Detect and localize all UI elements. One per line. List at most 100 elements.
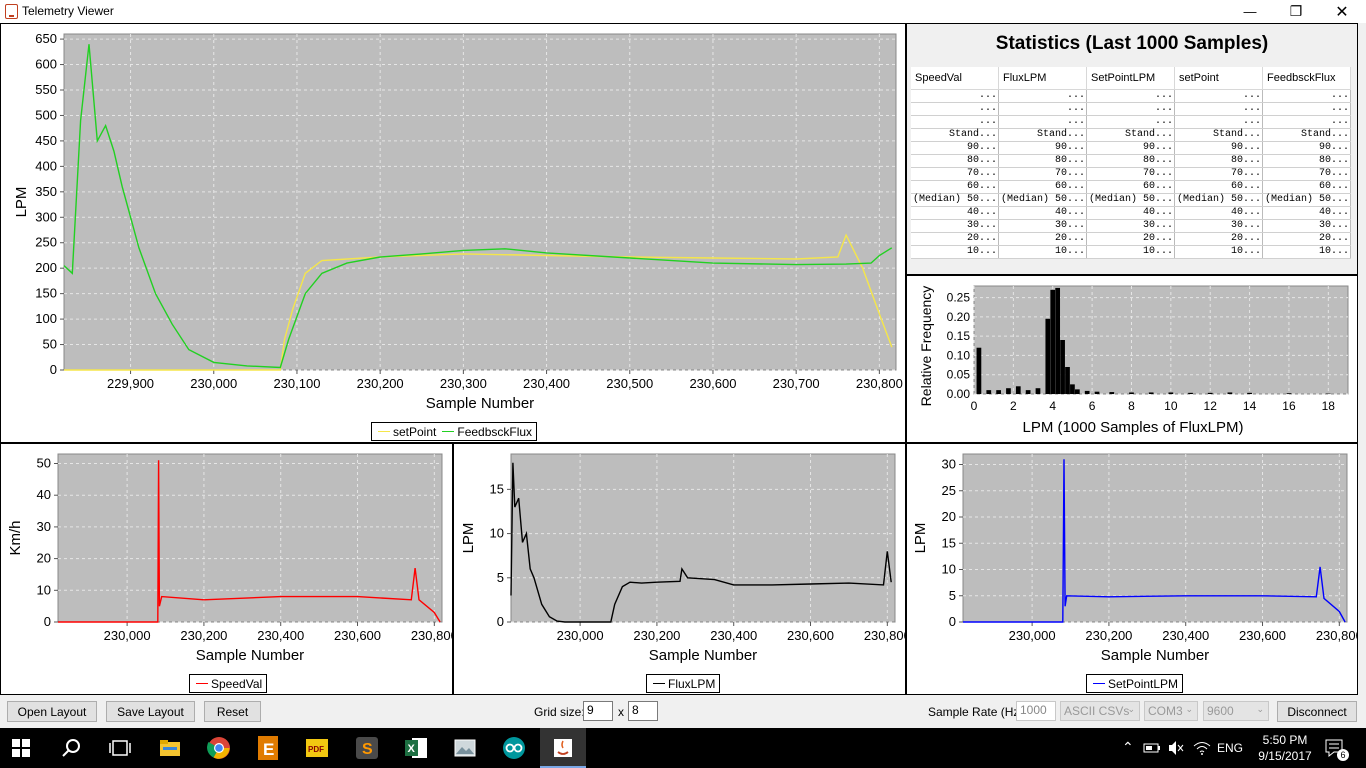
legend-speed: SpeedVal xyxy=(189,674,268,693)
stats-col-header[interactable]: FeedbsckFlux xyxy=(1262,67,1351,90)
open-layout-button[interactable]: Open Layout xyxy=(7,701,97,722)
stats-cell: ... xyxy=(911,89,999,103)
active-taskbar-item[interactable] xyxy=(540,728,586,768)
x-tick-label: 4 xyxy=(1049,399,1056,413)
y-tick-label: 20 xyxy=(942,509,956,524)
y-tick-label: 100 xyxy=(35,311,57,326)
file-explorer-icon[interactable] xyxy=(158,736,182,760)
stats-cell: 90... xyxy=(1086,141,1175,155)
histogram-bar xyxy=(1006,388,1011,394)
stats-cell: ... xyxy=(1174,102,1263,116)
y-tick-label: 0.05 xyxy=(947,368,971,382)
stats-col-header[interactable]: setPoint xyxy=(1174,67,1263,90)
save-layout-button[interactable]: Save Layout xyxy=(106,701,195,722)
restore-icon: ❐ xyxy=(1289,3,1303,19)
reset-button[interactable]: Reset xyxy=(204,701,261,722)
histogram-bar xyxy=(1247,392,1252,394)
main-line-chart: 0 50 100 150 200 250 300 350 400 450 500 550 600 650 2… xyxy=(13,31,903,412)
minimize-button[interactable]: — xyxy=(1227,0,1273,23)
y-tick-label: 350 xyxy=(35,184,57,199)
x-tick-label: 2 xyxy=(1010,399,1017,413)
stats-col-header[interactable]: SetPointLPM xyxy=(1086,67,1175,90)
packet-type-value: ASCII CSVs xyxy=(1064,704,1130,718)
y-tick-label: 450 xyxy=(35,133,57,148)
stats-col-header[interactable]: SpeedVal xyxy=(911,67,999,90)
sample-rate-input[interactable]: 1000 xyxy=(1016,701,1056,721)
chart-panel-flux[interactable]: 0 5 10 15 230,000 230,200 230,400 230,600 230,80… xyxy=(453,443,906,695)
windows-start-icon[interactable] xyxy=(12,739,30,757)
stats-cell: ... xyxy=(998,115,1087,129)
histogram-bar xyxy=(1286,393,1292,394)
histogram-panel[interactable]: 0.00 0.05 0.10 0.15 0.20 0.25 0 2 4 6 8 10 12 14 16 18 L… xyxy=(906,275,1358,443)
stats-cell: ... xyxy=(911,102,999,116)
stats-cell: 30... xyxy=(911,219,999,233)
stats-cell: 90... xyxy=(1174,141,1263,155)
stats-cell: 20... xyxy=(998,232,1087,246)
x-tick-label: 12 xyxy=(1204,399,1218,413)
maximize-button[interactable]: ❐ xyxy=(1273,0,1319,23)
grid-rows-input[interactable]: 8 xyxy=(628,701,658,721)
y-tick-label: 40 xyxy=(37,487,51,502)
stats-cell: 60... xyxy=(1086,180,1175,194)
x-tick-label: 230,500 xyxy=(606,376,653,391)
y-tick-label: 150 xyxy=(35,286,57,301)
chevron-down-icon: ⌄ xyxy=(1185,704,1193,714)
stats-cell: 60... xyxy=(911,180,999,194)
legend-label-setpointlpm: SetPointLPM xyxy=(1108,676,1179,691)
plot-area xyxy=(510,453,896,623)
svg-text:PDF: PDF xyxy=(308,745,324,754)
task-view-icon[interactable] xyxy=(108,736,132,760)
grid-columns-input[interactable]: 9 xyxy=(583,701,613,721)
chart-panel-speed[interactable]: 0 10 20 30 40 50 230,000 230,200 230,400 230,600 2… xyxy=(0,443,453,695)
disconnect-button[interactable]: Disconnect xyxy=(1277,701,1357,722)
sublime-text-icon[interactable]: S xyxy=(355,736,379,760)
language-indicator[interactable]: ENG xyxy=(1217,741,1243,755)
clock[interactable]: 5:50 PM 9/15/2017 xyxy=(1255,732,1315,764)
speaker-muted-icon[interactable] xyxy=(1167,740,1185,756)
stats-col-header[interactable]: FluxLPM xyxy=(998,67,1087,90)
y-tick-label: 15 xyxy=(490,481,504,496)
battery-icon[interactable] xyxy=(1143,740,1161,756)
histogram-bar xyxy=(1148,392,1154,394)
y-tick-label: 600 xyxy=(35,57,57,72)
histogram-bar xyxy=(1084,390,1090,394)
stats-row: 40... 40... 40... 40... 40... xyxy=(911,206,1351,220)
setpointlpm-line-chart: 0 5 10 15 20 25 30 230,000 230,200 230,400 230,600… xyxy=(912,453,1357,664)
statistics-panel[interactable]: Statistics (Last 1000 Samples) SpeedVal F… xyxy=(906,23,1358,275)
x-tick-label: 230,300 xyxy=(440,376,487,391)
arduino-icon[interactable] xyxy=(502,736,526,760)
stats-row: 30... 30... 30... 30... 30... xyxy=(911,219,1351,233)
x-tick-label: 230,800 xyxy=(864,628,906,643)
grid-times-label: x xyxy=(618,705,624,719)
y-tick-label: 30 xyxy=(37,519,51,534)
stats-cell: ... xyxy=(1086,102,1175,116)
photo-viewer-icon[interactable] xyxy=(453,736,477,760)
baud-select[interactable]: 9600 ⌄ xyxy=(1203,701,1269,721)
legend-swatch-setpointlpm xyxy=(1093,683,1105,684)
y-tick-label: 500 xyxy=(35,107,57,122)
chrome-icon[interactable] xyxy=(207,736,231,760)
port-select[interactable]: COM3 ⌄ xyxy=(1144,701,1198,721)
packet-type-select[interactable]: ASCII CSVs ⌄ xyxy=(1060,701,1140,721)
x-axis-label: Sample Number xyxy=(426,395,534,412)
wifi-icon[interactable] xyxy=(1193,740,1211,756)
y-axis-label: Km/h xyxy=(7,520,24,555)
pdf-app-icon[interactable]: PDF xyxy=(305,736,329,760)
chart-panel-main[interactable]: 0 50 100 150 200 250 300 350 400 450 500 550 600 650 2… xyxy=(0,23,906,443)
y-tick-label: 10 xyxy=(942,562,956,577)
chart-panel-setpointlpm[interactable]: 0 5 10 15 20 25 30 230,000 230,200 230,400 230,600… xyxy=(906,443,1358,695)
search-icon[interactable] xyxy=(60,736,84,760)
y-tick-label: 0 xyxy=(50,362,57,377)
chevron-up-icon[interactable]: ⌃ xyxy=(1122,739,1134,756)
stats-cell: ... xyxy=(1262,89,1351,103)
stats-cell: ... xyxy=(911,115,999,129)
close-button[interactable]: ✕ xyxy=(1319,0,1365,23)
stats-cell: 60... xyxy=(998,180,1087,194)
excel-icon[interactable]: X xyxy=(404,736,428,760)
x-tick-label: 230,700 xyxy=(773,376,820,391)
legend-setpointlpm: SetPointLPM xyxy=(1086,674,1184,693)
e-app-icon[interactable]: E xyxy=(256,736,280,760)
histogram-bar xyxy=(1035,388,1041,394)
histogram-bar xyxy=(1015,386,1021,394)
y-tick-label: 5 xyxy=(497,570,504,585)
